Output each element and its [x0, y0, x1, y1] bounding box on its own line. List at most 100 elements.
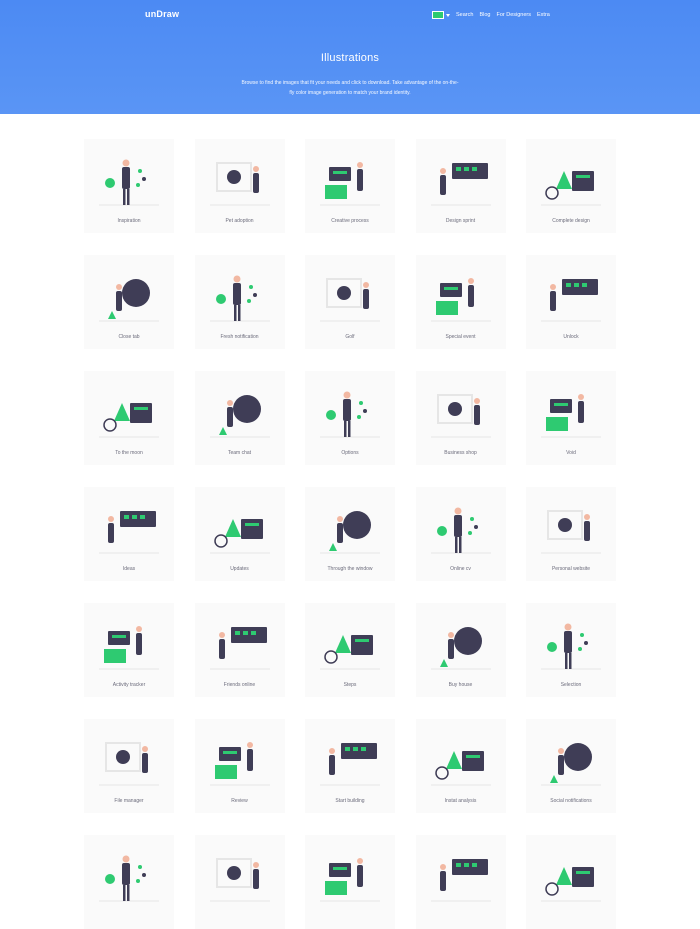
illustration-label: Complete design [552, 218, 590, 224]
illustration-card[interactable]: Instat analysis [415, 719, 506, 813]
illustration-image[interactable] [426, 729, 496, 791]
illustration-image[interactable] [426, 149, 496, 211]
illustration-card[interactable]: Steps [305, 603, 395, 697]
illustration-card[interactable]: Inspiration [84, 139, 174, 233]
illustration-card[interactable]: Friends online [194, 603, 285, 697]
illustration-label: Close tab [118, 334, 140, 340]
nav-search-link[interactable]: Search [456, 12, 473, 18]
illustration-image[interactable] [315, 845, 385, 907]
color-picker[interactable] [432, 11, 450, 19]
illustration-label: Buy house [448, 682, 473, 688]
illustration-card[interactable]: Personal website [526, 487, 616, 581]
illustration-label: Options [341, 450, 359, 456]
brand-logo[interactable]: unDraw [145, 9, 179, 19]
illustration-label: Pet adoption [225, 218, 254, 224]
illustration-label: Void [566, 450, 576, 456]
illustration-image[interactable] [94, 613, 164, 675]
hero-banner: unDraw Search Blog For Designers Extra I… [0, 0, 700, 114]
illustration-card[interactable] [415, 835, 506, 929]
illustration-image[interactable] [205, 729, 275, 791]
illustration-card[interactable]: Review [194, 719, 285, 813]
illustration-image[interactable] [94, 265, 164, 327]
illustration-card[interactable]: Selection [526, 603, 616, 697]
nav-designers-link[interactable]: For Designers [496, 12, 531, 18]
illustration-card[interactable]: Close tab [84, 255, 174, 349]
illustration-label: Friends online [223, 682, 256, 688]
illustration-card[interactable]: Through the window [305, 487, 395, 581]
illustration-image[interactable] [536, 149, 606, 211]
illustration-image[interactable] [536, 497, 606, 559]
illustration-label: Special event [445, 334, 476, 340]
illustration-image[interactable] [315, 729, 385, 791]
illustration-card[interactable]: Creative process [305, 139, 395, 233]
illustration-image[interactable] [205, 497, 275, 559]
chevron-down-icon [446, 13, 450, 17]
illustration-card[interactable] [526, 835, 616, 929]
illustration-image[interactable] [205, 613, 275, 675]
illustration-card[interactable]: Golf [305, 255, 395, 349]
illustration-card[interactable] [305, 835, 395, 929]
illustration-card[interactable]: Pet adoption [194, 139, 285, 233]
illustration-image[interactable] [536, 729, 606, 791]
illustration-card[interactable]: Updates [194, 487, 285, 581]
illustration-image[interactable] [94, 729, 164, 791]
illustration-label: Through the window [327, 566, 373, 572]
illustration-image[interactable] [315, 149, 385, 211]
illustration-card[interactable]: To the moon [84, 371, 174, 465]
illustration-image[interactable] [94, 845, 164, 907]
illustration-card[interactable]: Buy house [415, 603, 506, 697]
illustration-label: Online cv [450, 566, 471, 572]
illustration-card[interactable]: File manager [84, 719, 174, 813]
illustration-card[interactable]: Void [526, 371, 616, 465]
illustration-label: Instat analysis [444, 798, 477, 804]
page-subtitle: Browse to find the images that fit your … [241, 80, 459, 96]
illustration-image[interactable] [426, 265, 496, 327]
illustration-image[interactable] [205, 381, 275, 443]
illustration-card[interactable] [84, 835, 174, 929]
illustration-image[interactable] [205, 845, 275, 907]
illustration-card[interactable]: Fresh notification [194, 255, 285, 349]
illustration-image[interactable] [205, 265, 275, 327]
illustration-label: Personal website [551, 566, 591, 572]
illustration-label: Business shop [444, 450, 477, 456]
nav-blog-link[interactable]: Blog [479, 12, 490, 18]
illustration-label: File manager [114, 798, 144, 804]
illustration-card[interactable]: Special event [415, 255, 506, 349]
illustration-image[interactable] [426, 381, 496, 443]
illustration-card[interactable]: Unlock [526, 255, 616, 349]
illustration-image[interactable] [536, 381, 606, 443]
illustration-card[interactable]: Team chat [194, 371, 285, 465]
illustration-image[interactable] [315, 613, 385, 675]
illustration-label: Inspiration [117, 218, 141, 224]
illustration-card[interactable]: Start building [305, 719, 395, 813]
illustration-image[interactable] [426, 497, 496, 559]
illustration-image[interactable] [536, 845, 606, 907]
illustration-image[interactable] [94, 381, 164, 443]
illustration-image[interactable] [536, 613, 606, 675]
illustration-image[interactable] [94, 149, 164, 211]
illustration-card[interactable]: Social notifications [526, 719, 616, 813]
illustration-card[interactable] [194, 835, 285, 929]
illustration-label: Review [231, 798, 248, 804]
illustration-label: Unlock [563, 334, 579, 340]
illustration-card[interactable]: Online cv [415, 487, 506, 581]
illustration-label: Fresh notification [220, 334, 259, 340]
illustration-image[interactable] [426, 613, 496, 675]
nav-extra-link[interactable]: Extra [537, 12, 550, 18]
illustration-card[interactable]: Ideas [84, 487, 174, 581]
illustration-card[interactable]: Design sprint [415, 139, 506, 233]
illustration-image[interactable] [426, 845, 496, 907]
illustration-card[interactable]: Business shop [415, 371, 506, 465]
illustration-image[interactable] [536, 265, 606, 327]
illustration-card[interactable]: Complete design [526, 139, 616, 233]
illustration-image[interactable] [94, 497, 164, 559]
color-swatch[interactable] [432, 11, 444, 19]
illustration-image[interactable] [315, 497, 385, 559]
illustration-image[interactable] [205, 149, 275, 211]
illustration-card[interactable]: Activity tracker [84, 603, 174, 697]
illustration-card[interactable]: Options [305, 371, 395, 465]
illustration-image[interactable] [315, 381, 385, 443]
top-nav: Search Blog For Designers Extra [432, 11, 550, 19]
illustration-label: Creative process [331, 218, 369, 224]
illustration-image[interactable] [315, 265, 385, 327]
